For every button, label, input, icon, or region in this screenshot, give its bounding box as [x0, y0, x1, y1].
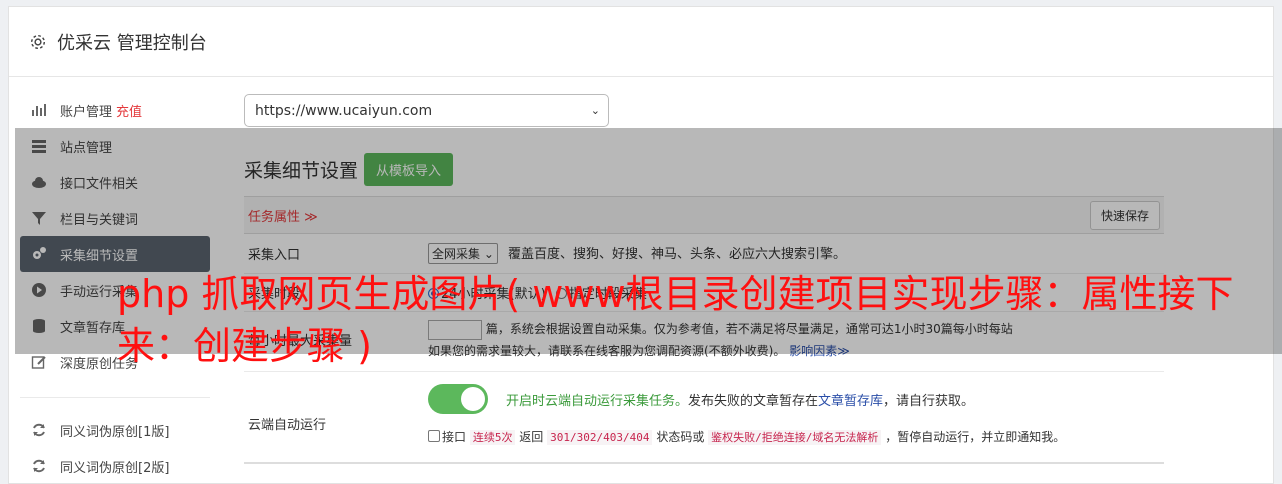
panel-header: 优采云 管理控制台: [9, 7, 1273, 77]
text-notify: ，暂停自动运行，并立即通知我。: [885, 430, 1066, 444]
refresh-icon: [33, 459, 45, 473]
sidebar-item-label: 同义词伪原创[2版]: [60, 460, 170, 476]
sidebar-item-synonym-v2[interactable]: 同义词伪原创[2版]: [20, 448, 210, 484]
chevron-down-icon: ⌄: [590, 104, 600, 117]
text-return: 返回: [519, 430, 544, 444]
cloud-status: 开启时云端自动运行采集任务。: [506, 393, 689, 409]
article-store-link[interactable]: 文章暂存库: [818, 390, 883, 409]
chk-label: 接口: [442, 430, 467, 444]
row-label: 云端自动运行: [248, 418, 327, 433]
page-title: 优采云 管理控制台: [57, 32, 207, 54]
row-value: 开启时云端自动运行采集任务。 发布失败的文章暂存在 文章暂存库 ，请自行获取。 …: [428, 372, 1164, 462]
recharge-link[interactable]: 充值: [116, 101, 142, 120]
sidebar-divider: [20, 380, 210, 398]
sidebar-item-account[interactable]: 账户管理 充值: [20, 92, 210, 128]
edit-icon: [31, 356, 46, 369]
text-status-or: 状态码或: [656, 430, 705, 444]
pause-checkbox[interactable]: [428, 430, 440, 442]
bar-chart-icon: [32, 104, 46, 116]
toggle-knob: [461, 387, 485, 411]
cloud-run-toggle[interactable]: [428, 384, 488, 414]
site-select[interactable]: https://www.ucaiyun.com ⌄: [244, 94, 609, 127]
refresh-icon: [33, 423, 45, 437]
row-cloud: 云端自动运行 开启时云端自动运行采集任务。 发布失败的文章暂存在 文章暂存库 ，…: [244, 372, 1164, 464]
code-5-times: 连续5次: [469, 430, 516, 445]
watermark-text: php 抓取网页生成图片( www根目录创建项目实现步骤：属性接下来：创建步骤 …: [117, 272, 1234, 368]
cloud-text-2: ，请自行获取。: [883, 393, 975, 409]
gear-icon: [30, 34, 46, 49]
sidebar-item-label: 同义词伪原创[1版]: [60, 424, 170, 440]
sidebar-item-synonym-v1[interactable]: 同义词伪原创[1版]: [20, 412, 210, 448]
cloud-text-1: 发布失败的文章暂存在: [688, 393, 819, 409]
site-select-value: https://www.ucaiyun.com: [255, 102, 433, 119]
code-errors: 鉴权失败/拒绝连接/域名无法解析: [708, 430, 882, 445]
sidebar-item-label: 账户管理: [60, 104, 113, 120]
code-status-codes: 301/302/403/404: [547, 430, 653, 445]
